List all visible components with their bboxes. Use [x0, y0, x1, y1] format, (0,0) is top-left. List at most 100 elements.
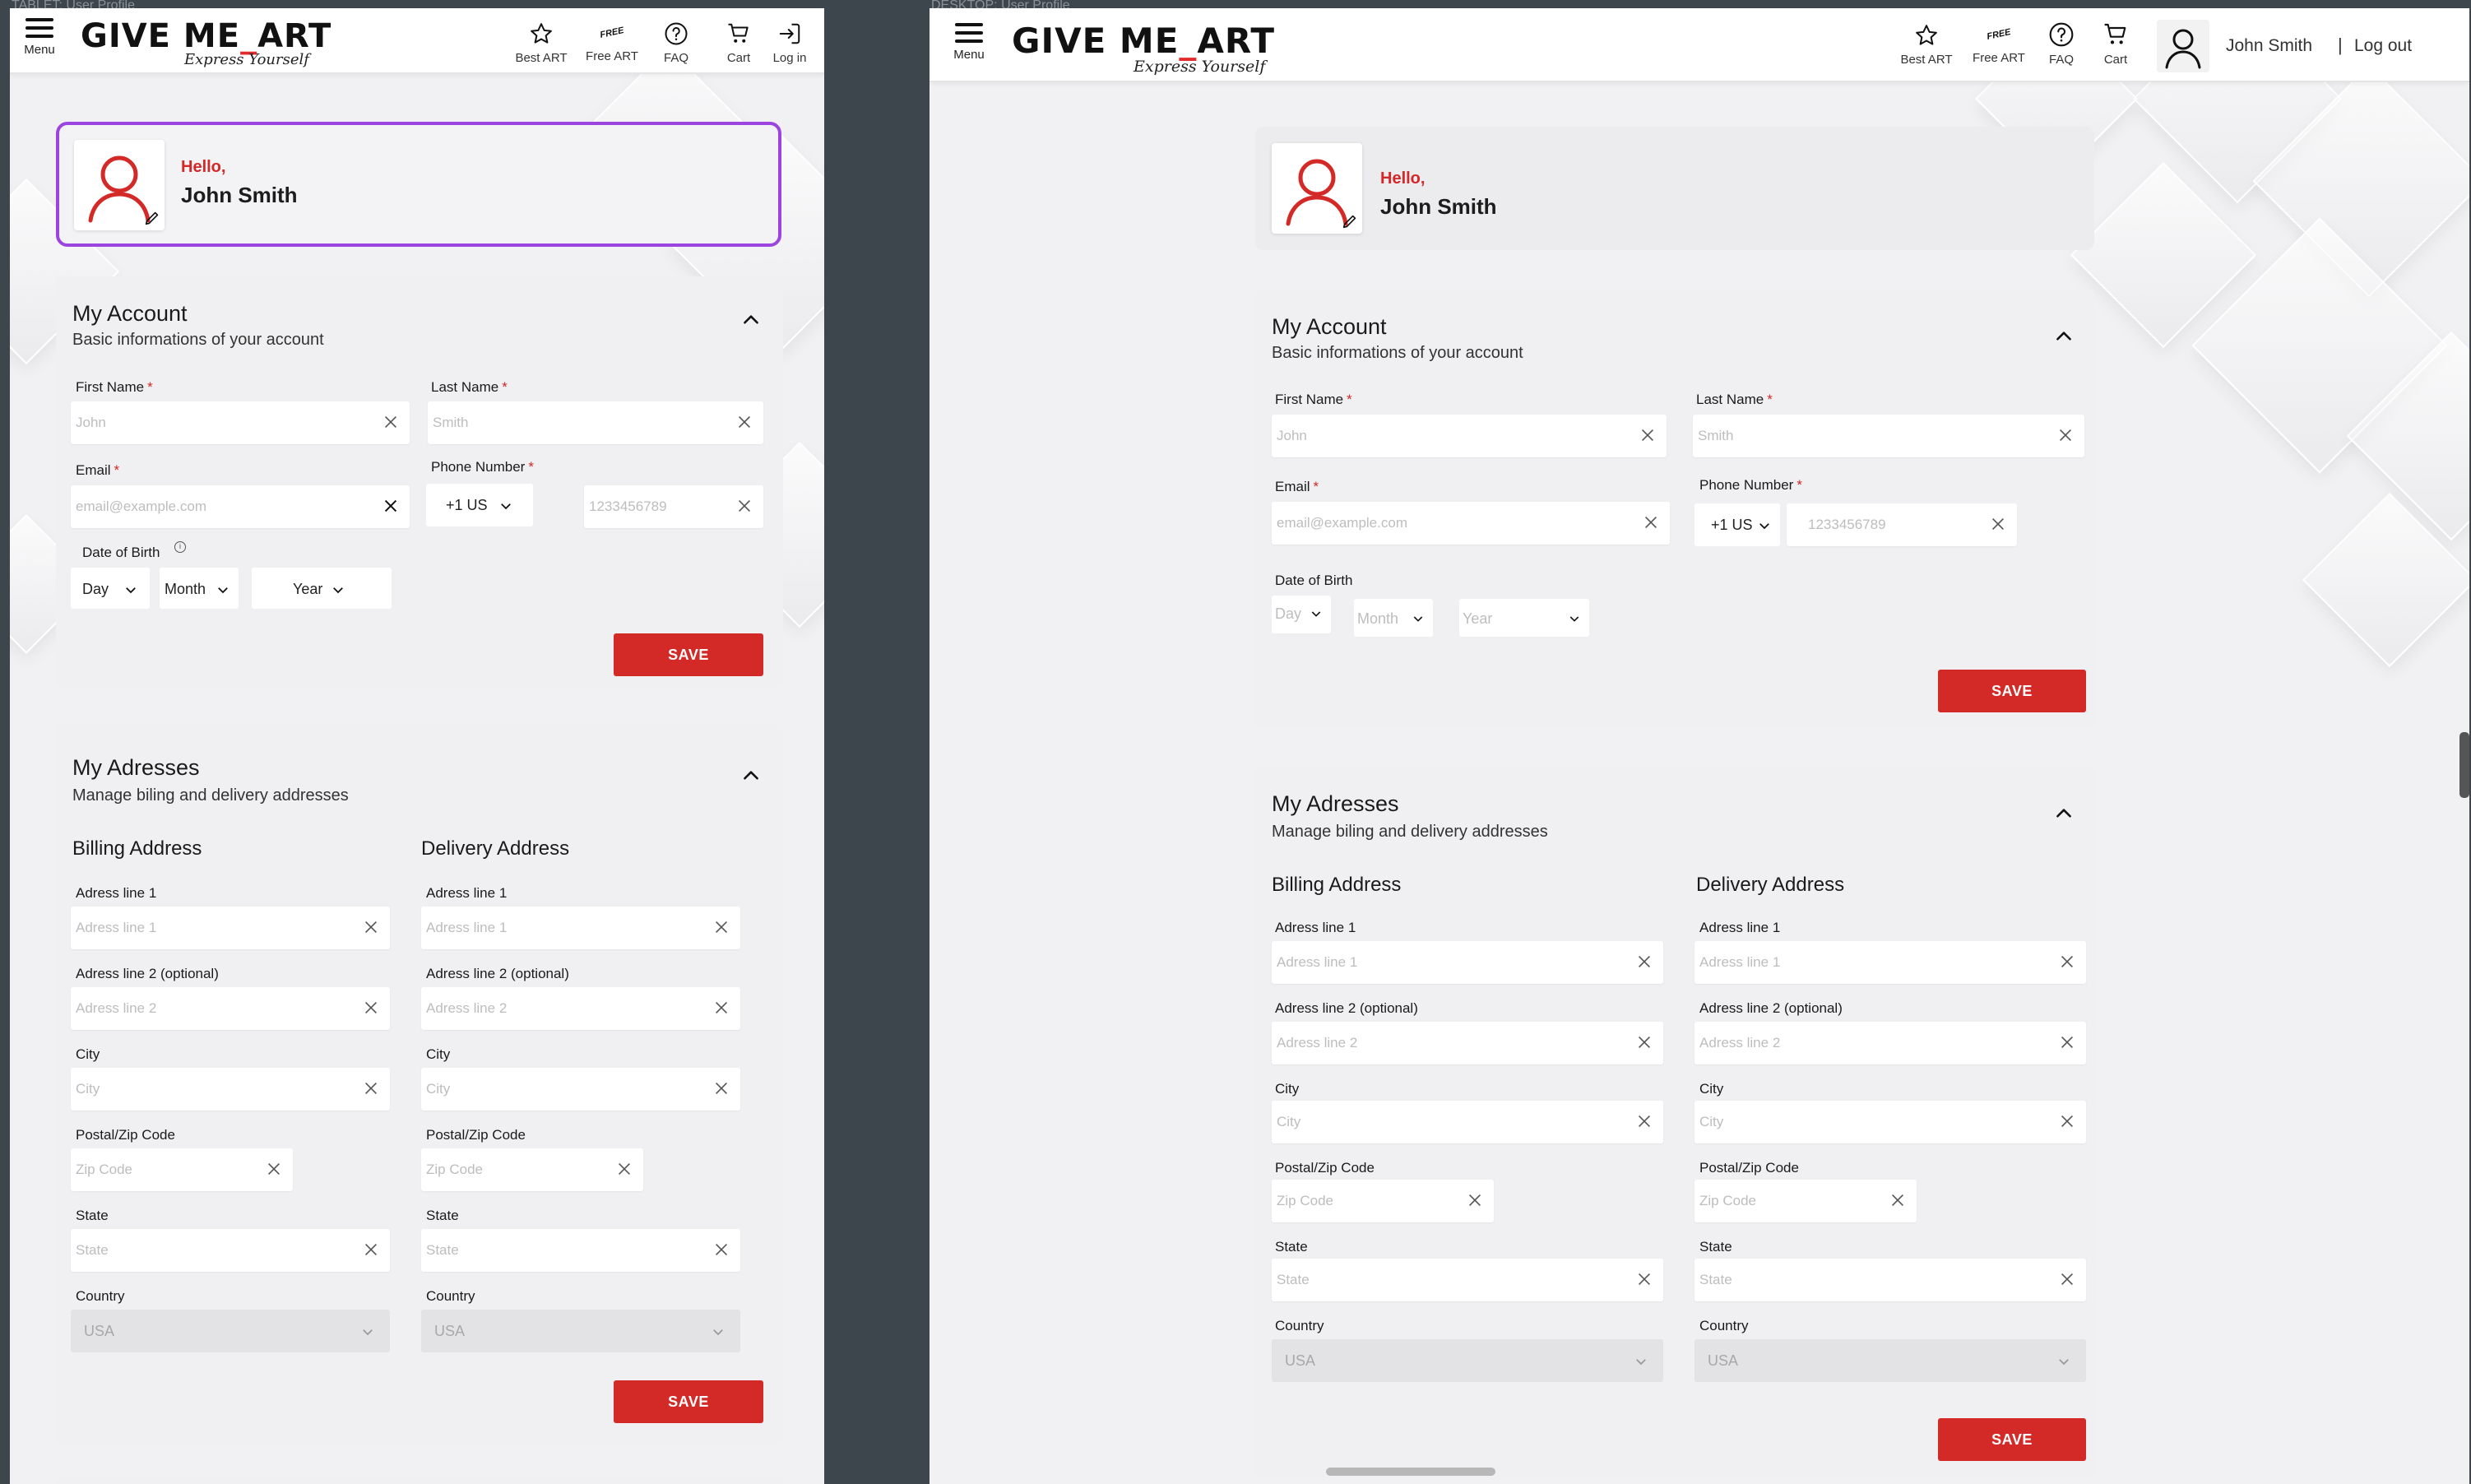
close-icon[interactable]: [382, 497, 400, 515]
billing-zip-field[interactable]: Zip Code: [1272, 1180, 1494, 1222]
close-icon[interactable]: [1889, 1191, 1907, 1209]
close-icon[interactable]: [1642, 513, 1660, 531]
close-icon[interactable]: [1466, 1191, 1484, 1209]
delivery-country-value: USA: [434, 1323, 466, 1339]
save-addresses-button[interactable]: SAVE: [614, 1380, 763, 1423]
billing-country-select[interactable]: USA: [71, 1310, 390, 1352]
billing-line1-field[interactable]: Adress line 1: [71, 907, 390, 949]
logo[interactable]: GIVE ME_ART: [81, 18, 331, 54]
month-select[interactable]: Month: [1354, 599, 1433, 637]
close-icon[interactable]: [712, 1241, 730, 1259]
close-icon[interactable]: [362, 918, 380, 936]
vertical-scrollbar[interactable]: [2459, 732, 2469, 798]
nav-cart[interactable]: Cart: [2083, 21, 2149, 67]
nav-free-art[interactable]: FREE Free ART: [579, 21, 645, 63]
close-icon[interactable]: [712, 999, 730, 1017]
horizontal-scrollbar[interactable]: [1326, 1468, 1495, 1476]
close-icon[interactable]: [1635, 1270, 1653, 1288]
delivery-country-select[interactable]: USA: [1694, 1339, 2086, 1382]
delivery-city-field[interactable]: City: [421, 1068, 740, 1111]
nav-best-art[interactable]: Best ART: [508, 21, 574, 65]
menu-button[interactable]: Menu: [15, 18, 64, 57]
chevron-up-icon[interactable]: [2053, 803, 2075, 824]
delivery-line2-field[interactable]: Adress line 2: [421, 987, 740, 1030]
save-account-button[interactable]: SAVE: [614, 633, 763, 676]
close-icon[interactable]: [362, 1079, 380, 1097]
day-select[interactable]: Day: [1272, 596, 1331, 633]
email-field[interactable]: email@example.com: [71, 485, 410, 528]
delivery-state-field[interactable]: State: [1694, 1259, 2086, 1301]
delivery-zip-field[interactable]: Zip Code: [1694, 1180, 1917, 1222]
close-icon[interactable]: [712, 1079, 730, 1097]
avatar[interactable]: [74, 140, 165, 230]
first-name-field[interactable]: John: [1272, 415, 1667, 457]
close-icon[interactable]: [1989, 515, 2007, 533]
year-select[interactable]: Year: [252, 568, 392, 609]
pencil-icon[interactable]: [1341, 212, 1359, 230]
close-icon[interactable]: [265, 1160, 283, 1178]
close-icon[interactable]: [1635, 1033, 1653, 1051]
phone-number-field[interactable]: 1233456789: [1787, 503, 2017, 546]
avatar[interactable]: [1272, 143, 1362, 234]
phone-country-select[interactable]: +1 US: [426, 484, 533, 526]
billing-line1-field[interactable]: Adress line 1: [1272, 941, 1663, 984]
delivery-line2-field[interactable]: Adress line 2: [1694, 1022, 2086, 1064]
billing-city-field[interactable]: City: [1272, 1101, 1663, 1143]
info-icon[interactable]: i: [174, 541, 186, 553]
logout-link[interactable]: Log out: [2354, 36, 2412, 56]
close-icon[interactable]: [735, 413, 753, 431]
chevron-up-icon[interactable]: [2053, 326, 2075, 347]
delivery-zip-field[interactable]: Zip Code: [421, 1148, 643, 1191]
billing-state-field[interactable]: State: [71, 1229, 390, 1272]
billing-zip-field[interactable]: Zip Code: [71, 1148, 293, 1191]
close-icon[interactable]: [1639, 426, 1657, 444]
chevron-up-icon[interactable]: [740, 765, 762, 786]
first-name-field[interactable]: John: [71, 401, 410, 444]
close-icon[interactable]: [2056, 426, 2075, 444]
nav-free-art[interactable]: FREE Free ART: [1966, 23, 2032, 65]
delivery-state-field[interactable]: State: [421, 1229, 740, 1272]
close-icon[interactable]: [712, 918, 730, 936]
save-addresses-button[interactable]: SAVE: [1938, 1418, 2086, 1461]
last-name-field[interactable]: Smith: [1693, 415, 2084, 457]
phone-country-select[interactable]: +1 US: [1694, 503, 1780, 546]
nav-best-art[interactable]: Best ART: [1894, 23, 1959, 67]
billing-country-select[interactable]: USA: [1272, 1339, 1663, 1382]
phone-number-field[interactable]: 1233456789: [584, 485, 763, 528]
email-field[interactable]: email@example.com: [1272, 502, 1670, 545]
profile-card[interactable]: Hello, John Smith: [1255, 127, 2094, 250]
delivery-line1-field[interactable]: Adress line 1: [421, 907, 740, 949]
header-user-name[interactable]: John Smith: [2226, 36, 2312, 56]
delivery-country-select[interactable]: USA: [421, 1310, 740, 1352]
save-account-button[interactable]: SAVE: [1938, 670, 2086, 712]
nav-login[interactable]: Log in: [760, 21, 819, 65]
close-icon[interactable]: [1635, 953, 1653, 971]
delivery-line1-field[interactable]: Adress line 1: [1694, 941, 2086, 984]
close-icon[interactable]: [1635, 1112, 1653, 1130]
pencil-icon[interactable]: [143, 209, 161, 227]
user-avatar-button[interactable]: [2157, 20, 2209, 72]
close-icon[interactable]: [735, 497, 753, 515]
close-icon[interactable]: [362, 1241, 380, 1259]
billing-city-field[interactable]: City: [71, 1068, 390, 1111]
menu-button[interactable]: Menu: [944, 23, 994, 62]
chevron-up-icon[interactable]: [740, 309, 762, 331]
close-icon[interactable]: [362, 999, 380, 1017]
year-select[interactable]: Year: [1459, 599, 1589, 637]
day-select[interactable]: Day: [71, 568, 150, 609]
close-icon[interactable]: [382, 413, 400, 431]
month-select[interactable]: Month: [160, 568, 239, 609]
logo[interactable]: GIVE ME_ART: [1012, 23, 1275, 59]
billing-line2-field[interactable]: Adress line 2: [71, 987, 390, 1030]
billing-state-field[interactable]: State: [1272, 1259, 1663, 1301]
nav-faq[interactable]: FAQ: [643, 21, 709, 65]
billing-line2-field[interactable]: Adress line 2: [1272, 1022, 1663, 1064]
close-icon[interactable]: [2058, 1270, 2076, 1288]
close-icon[interactable]: [2058, 1112, 2076, 1130]
close-icon[interactable]: [2058, 1033, 2076, 1051]
delivery-city-field[interactable]: City: [1694, 1101, 2086, 1143]
close-icon[interactable]: [2058, 953, 2076, 971]
last-name-field[interactable]: Smith: [428, 401, 763, 444]
close-icon[interactable]: [615, 1160, 633, 1178]
profile-card[interactable]: Hello, John Smith: [56, 122, 781, 247]
